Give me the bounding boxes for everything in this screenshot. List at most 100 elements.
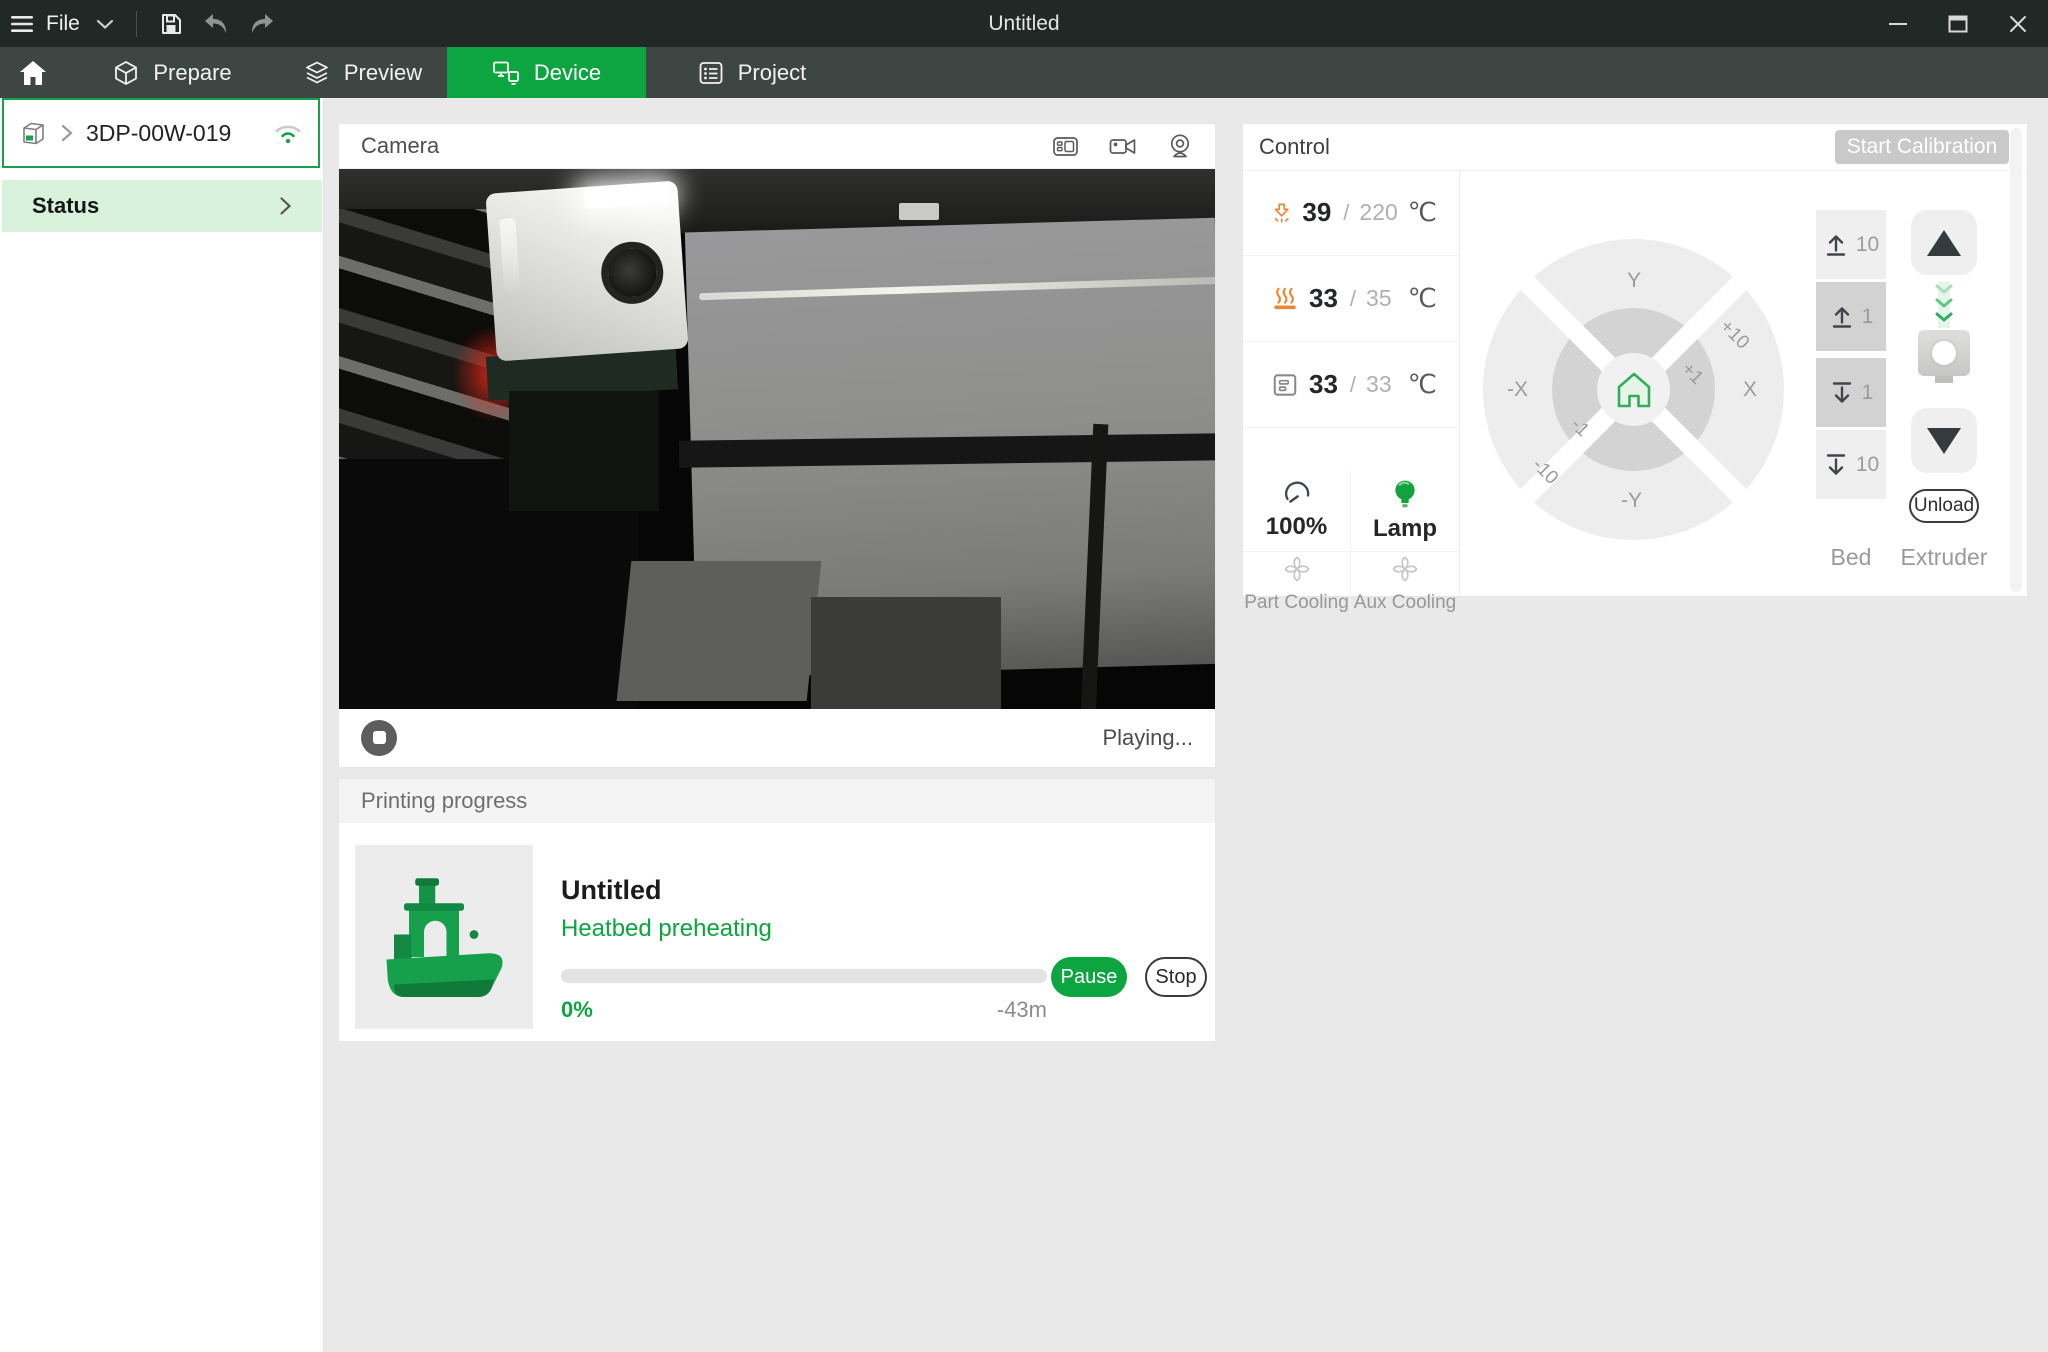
bed-up-1-button[interactable]: 1 (1816, 282, 1886, 351)
video-scene-lower-panel2 (811, 597, 1001, 709)
stream-stop-button[interactable] (361, 720, 397, 756)
hamburger-menu-icon[interactable] (0, 0, 44, 47)
fan-speed-control[interactable]: 100% (1243, 471, 1351, 552)
fan-lamp-grid: 100% Lamp Part Cooling Aux Cooling (1243, 471, 1459, 596)
pad-label-y-plus[interactable]: Y (1627, 269, 1641, 293)
project-list-icon (698, 60, 724, 86)
minimize-button[interactable] (1868, 0, 1928, 47)
chevron-down-icon[interactable] (86, 0, 124, 47)
fan-speed-value: 100% (1266, 513, 1327, 541)
save-button[interactable] (149, 0, 193, 47)
bed-step-value: 1 (1862, 305, 1874, 329)
extrude-down-button[interactable] (1911, 408, 1977, 473)
heatbed-temp-current: 33 (1309, 283, 1338, 314)
triangle-down-icon (1927, 428, 1961, 454)
bed-up-10-button[interactable]: 10 (1816, 210, 1886, 279)
temp-separator: / (1343, 200, 1349, 226)
aux-cooling-control[interactable]: Aux Cooling (1351, 552, 1459, 614)
triangle-up-icon (1927, 230, 1961, 256)
camera-header: Camera (339, 124, 1215, 169)
tab-device[interactable]: Device (447, 47, 646, 98)
stream-status: Playing... (1103, 725, 1194, 751)
arrow-up-from-bar-icon (1823, 232, 1849, 258)
part-cooling-control[interactable]: Part Cooling (1243, 552, 1351, 614)
tab-prepare[interactable]: Prepare (66, 47, 279, 98)
lamp-label: Lamp (1373, 515, 1437, 543)
arrow-up-from-bar-icon (1829, 304, 1855, 330)
toolbar-divider (136, 11, 137, 37)
stop-button[interactable]: Stop (1145, 957, 1207, 997)
maximize-button[interactable] (1928, 0, 1988, 47)
pause-button[interactable]: Pause (1051, 957, 1127, 997)
arrow-down-to-bar-icon (1823, 452, 1849, 478)
sd-card-icon[interactable] (1052, 134, 1079, 159)
video-record-icon[interactable] (1109, 134, 1137, 159)
arrow-down-to-bar-icon (1829, 380, 1855, 406)
heatbed-temp-row[interactable]: 33 / 35 ℃ (1243, 256, 1459, 342)
redo-button[interactable] (239, 0, 285, 47)
chamber-temp-current: 33 (1309, 369, 1338, 400)
video-scene-toolhead-mount (509, 391, 659, 511)
xy-home-button[interactable] (1597, 353, 1670, 426)
chamber-temp-row[interactable]: 33 / 33 ℃ (1243, 342, 1459, 428)
tab-preview-label: Preview (344, 60, 422, 86)
video-scene-lower-panel (617, 561, 822, 701)
bed-down-10-button[interactable]: 10 (1816, 430, 1886, 499)
extruder-gear (1932, 341, 1956, 365)
extrude-up-button[interactable] (1911, 210, 1977, 275)
control-scrollbar[interactable] (2010, 128, 2022, 592)
video-scene-toolhead (485, 181, 688, 362)
celsius-unit: ℃ (1408, 197, 1437, 228)
job-name: Untitled (561, 875, 662, 906)
status-label: Status (32, 193, 99, 219)
sidebar-item-status[interactable]: Status (2, 180, 322, 232)
part-cooling-fan-icon (1280, 552, 1314, 586)
camera-panel: Camera Playing... (338, 123, 1216, 768)
unload-filament-button[interactable]: Unload (1909, 489, 1979, 523)
printing-progress-header: Printing progress (339, 779, 1215, 823)
job-stage: Heatbed preheating (561, 915, 772, 943)
benchy-model-icon (369, 862, 519, 1012)
wifi-icon (272, 121, 304, 145)
start-calibration-button[interactable]: Start Calibration (1835, 130, 2009, 164)
nozzle-temp-icon (1271, 199, 1292, 227)
chevron-right-icon (279, 196, 292, 216)
bed-down-1-button[interactable]: 1 (1816, 358, 1886, 427)
chamber-temp-icon (1271, 371, 1299, 399)
celsius-unit: ℃ (1408, 369, 1437, 400)
bed-axis-label: Bed (1816, 544, 1886, 571)
lamp-toggle[interactable]: Lamp (1351, 471, 1459, 552)
tab-home[interactable] (0, 47, 66, 98)
pad-label-x-minus[interactable]: -X (1507, 378, 1528, 402)
device-screens-icon (492, 60, 520, 86)
device-selector[interactable]: 3DP-00W-019 (2, 98, 320, 168)
lamp-bulb-icon (1391, 479, 1419, 509)
printing-progress-title: Printing progress (361, 788, 527, 814)
device-name: 3DP-00W-019 (86, 120, 260, 147)
pad-label-y-minus[interactable]: -Y (1621, 489, 1642, 513)
bed-step-value: 10 (1856, 233, 1879, 257)
aux-cooling-fan-icon (1388, 552, 1422, 586)
control-panel: Control Start Calibration 39 / 220 ℃ 33 … (1242, 123, 2028, 597)
home-xy-icon (1613, 370, 1655, 410)
tab-preview[interactable]: Preview (279, 47, 447, 98)
tab-prepare-label: Prepare (153, 60, 231, 86)
bed-step-value: 1 (1862, 381, 1874, 405)
bed-z-controls: 10 1 1 10 (1816, 210, 1886, 502)
file-menu[interactable]: File (44, 0, 86, 47)
undo-button[interactable] (193, 0, 239, 47)
pad-label-x-plus[interactable]: X (1743, 378, 1757, 402)
close-button[interactable] (1988, 0, 2048, 47)
progress-bar (561, 969, 1047, 983)
heatbed-temp-icon (1271, 285, 1299, 313)
bed-step-value: 10 (1856, 453, 1879, 477)
tab-project[interactable]: Project (646, 47, 858, 98)
webcam-icon[interactable] (1167, 133, 1193, 159)
extruder-axis-label: Extruder (1894, 544, 1994, 571)
video-scene-light-patch (899, 203, 939, 220)
nozzle-temp-target: 220 (1359, 199, 1397, 226)
unload-label: Unload (1914, 495, 1974, 517)
nozzle-temp-row[interactable]: 39 / 220 ℃ (1243, 170, 1459, 256)
heatbed-temp-target: 35 (1366, 285, 1392, 312)
tab-device-label: Device (534, 60, 601, 86)
